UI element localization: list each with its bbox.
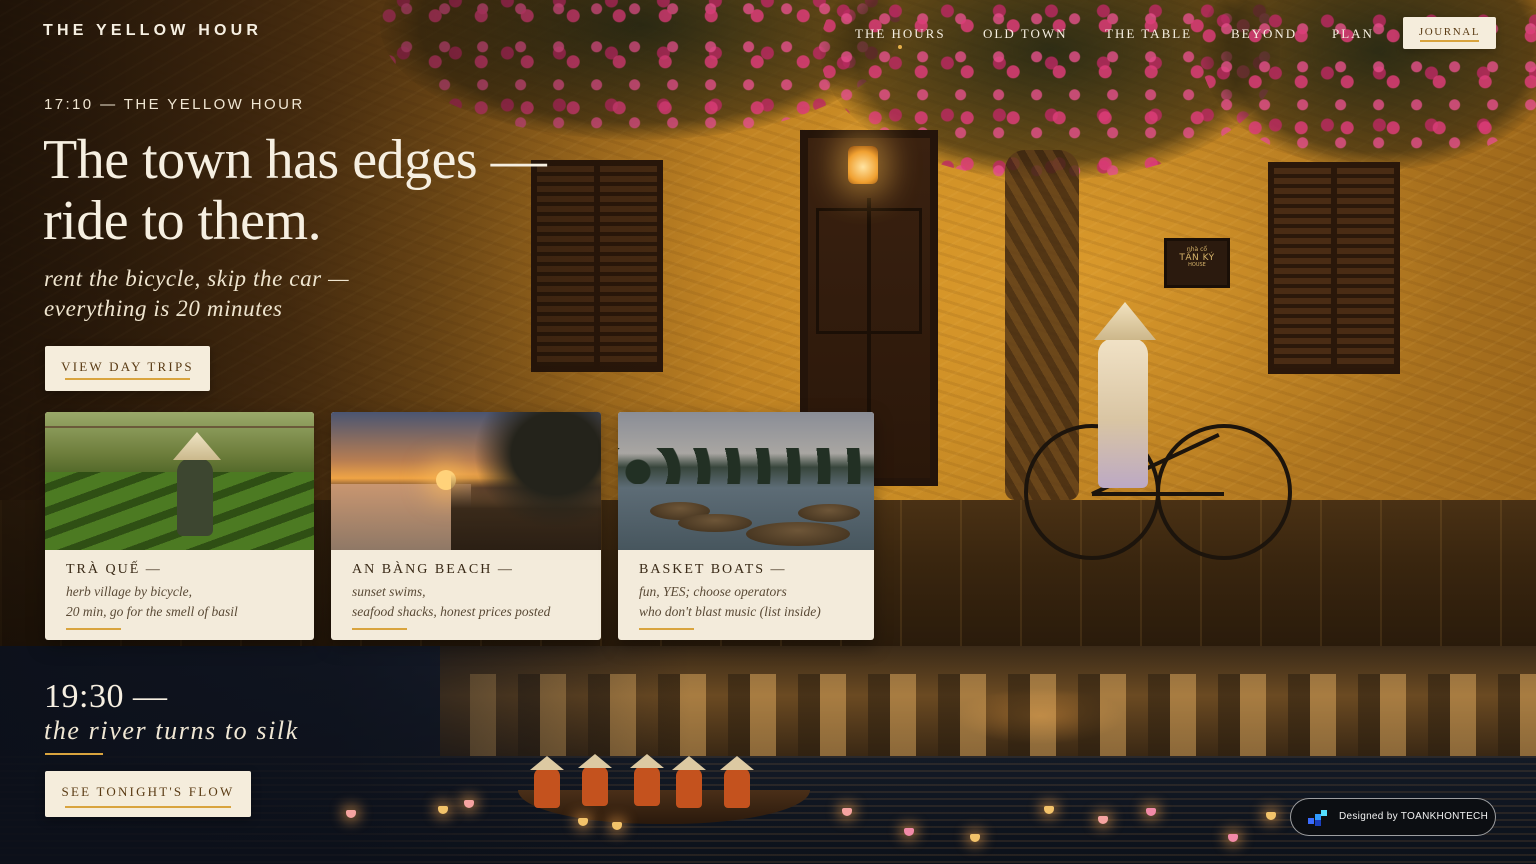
nav-item-plan[interactable]: PLAN: [1332, 26, 1374, 42]
button-underline: [1420, 40, 1479, 42]
nav-item-the-hours[interactable]: THE HOURS: [855, 26, 946, 49]
card-title: TRÀ QUẾ —: [66, 562, 162, 577]
evening-tagline: the river turns to silk: [44, 716, 299, 745]
boat-passenger: [582, 766, 608, 806]
card-underline: [66, 628, 121, 630]
card-title: BASKET BOATS —: [639, 562, 787, 577]
bicycle-wheel: [1024, 424, 1160, 560]
card-line: herb village by bicycle,: [66, 584, 192, 599]
sea: [331, 484, 471, 550]
plaque-line: nhà cổ: [1186, 246, 1208, 253]
designed-by-badge[interactable]: Designed by TOANKHONTECH: [1290, 798, 1496, 836]
evening-underline: [45, 753, 103, 755]
card-description: herb village by bicycle, 20 min, go for …: [66, 582, 238, 622]
logo-square: [1321, 810, 1327, 816]
herb-field-photo: [45, 412, 314, 550]
day-trip-card-basket-boats[interactable]: BASKET BOATS — fun, YES; choose operator…: [618, 412, 874, 640]
nav-item-the-table[interactable]: THE TABLE: [1105, 26, 1192, 42]
nav-item-label: THE HOURS: [855, 26, 946, 41]
bicycle-frame: [1091, 433, 1220, 496]
nav-item-label: THE TABLE: [1105, 26, 1193, 41]
journal-button[interactable]: JOURNAL: [1403, 17, 1496, 49]
conical-hat: [1094, 302, 1156, 340]
hero-subline: rent the bicycle, skip the car — everyth…: [44, 264, 464, 324]
card-line: sunset swims,: [352, 584, 426, 599]
view-day-trips-button[interactable]: VIEW DAY TRIPS: [45, 346, 210, 391]
plaque-line: TẤN KÝ: [1179, 252, 1215, 263]
hero-headline: The town has edges — ride to them.: [43, 130, 563, 252]
basket-boat: [678, 514, 752, 532]
card-line: 20 min, go for the smell of basil: [66, 604, 238, 619]
nav-item-beyond[interactable]: BEYOND: [1231, 26, 1297, 42]
evening-time: 19:30 —: [44, 678, 168, 715]
wall-lantern: [848, 146, 878, 184]
badge-label: Designed by TOANKHONTECH: [1339, 811, 1489, 822]
nav-item-old-town[interactable]: OLD TOWN: [983, 26, 1068, 42]
boat-passenger: [724, 768, 750, 808]
plaque-line: HOUSE: [1188, 262, 1206, 269]
card-line: seafood shacks, honest prices posted: [352, 604, 551, 619]
hero-kicker: 17:10 — THE YELLOW HOUR: [44, 96, 305, 113]
house-plaque: nhà cổ TẤN KÝ HOUSE: [1164, 238, 1230, 288]
beach-sunset-photo: [331, 412, 601, 550]
farmer-figure: [177, 458, 213, 536]
subline-line: rent the bicycle, skip the car —: [44, 266, 350, 291]
tree-trunk: [1005, 150, 1079, 500]
button-label: SEE TONIGHT'S FLOW: [61, 784, 235, 799]
nav-item-label: OLD TOWN: [983, 26, 1068, 41]
journal-button-label: JOURNAL: [1418, 26, 1481, 38]
card-description: sunset swims, seafood shacks, honest pri…: [352, 582, 550, 622]
card-line: fun, YES; choose operators: [639, 584, 787, 599]
bicycle-frame: [1092, 492, 1224, 496]
card-underline: [639, 628, 694, 630]
card-description: fun, YES; choose operators who don't bla…: [639, 582, 821, 622]
subline-line: everything is 20 minutes: [44, 296, 283, 321]
logo-square: [1315, 820, 1321, 826]
bicycle-wheel: [1156, 424, 1292, 560]
trellis: [45, 426, 314, 428]
headline-line: ride to them.: [43, 190, 322, 252]
bougainvillea-foliage: [380, 0, 900, 140]
button-label: VIEW DAY TRIPS: [61, 359, 194, 374]
day-trip-card-an-bang[interactable]: AN BÀNG BEACH — sunset swims, seafood sh…: [331, 412, 601, 640]
cyclist: [1098, 338, 1148, 488]
conical-hat: [173, 432, 221, 460]
day-trip-card-tra-que[interactable]: TRÀ QUẾ — herb village by bicycle, 20 mi…: [45, 412, 314, 640]
boat-passenger: [634, 766, 660, 806]
basket-boats-photo: [618, 412, 874, 550]
palm-trees: [451, 412, 601, 550]
main-nav: THE HOURS OLD TOWN THE TABLE BEYOND PLAN: [0, 26, 1536, 49]
boat-passenger: [676, 768, 702, 808]
card-line: who don't blast music (list inside): [639, 604, 821, 619]
see-tonights-flow-button[interactable]: SEE TONIGHT'S FLOW: [45, 771, 251, 817]
button-underline: [65, 806, 231, 808]
toankhontech-logo-icon: [1308, 810, 1330, 826]
logo-square: [1308, 818, 1314, 824]
card-title: AN BÀNG BEACH —: [352, 562, 514, 577]
boat-passenger: [534, 768, 560, 808]
palm-line: [618, 448, 874, 484]
lit-shopfronts: [470, 674, 1536, 756]
window-shutter-right: [1268, 162, 1400, 374]
nav-item-label: BEYOND: [1231, 26, 1298, 41]
headline-line: The town has edges —: [43, 129, 547, 191]
basket-boat: [798, 504, 860, 522]
basket-boat: [746, 522, 850, 546]
nav-item-label: PLAN: [1332, 26, 1374, 41]
card-underline: [352, 628, 407, 630]
button-underline: [65, 378, 190, 380]
